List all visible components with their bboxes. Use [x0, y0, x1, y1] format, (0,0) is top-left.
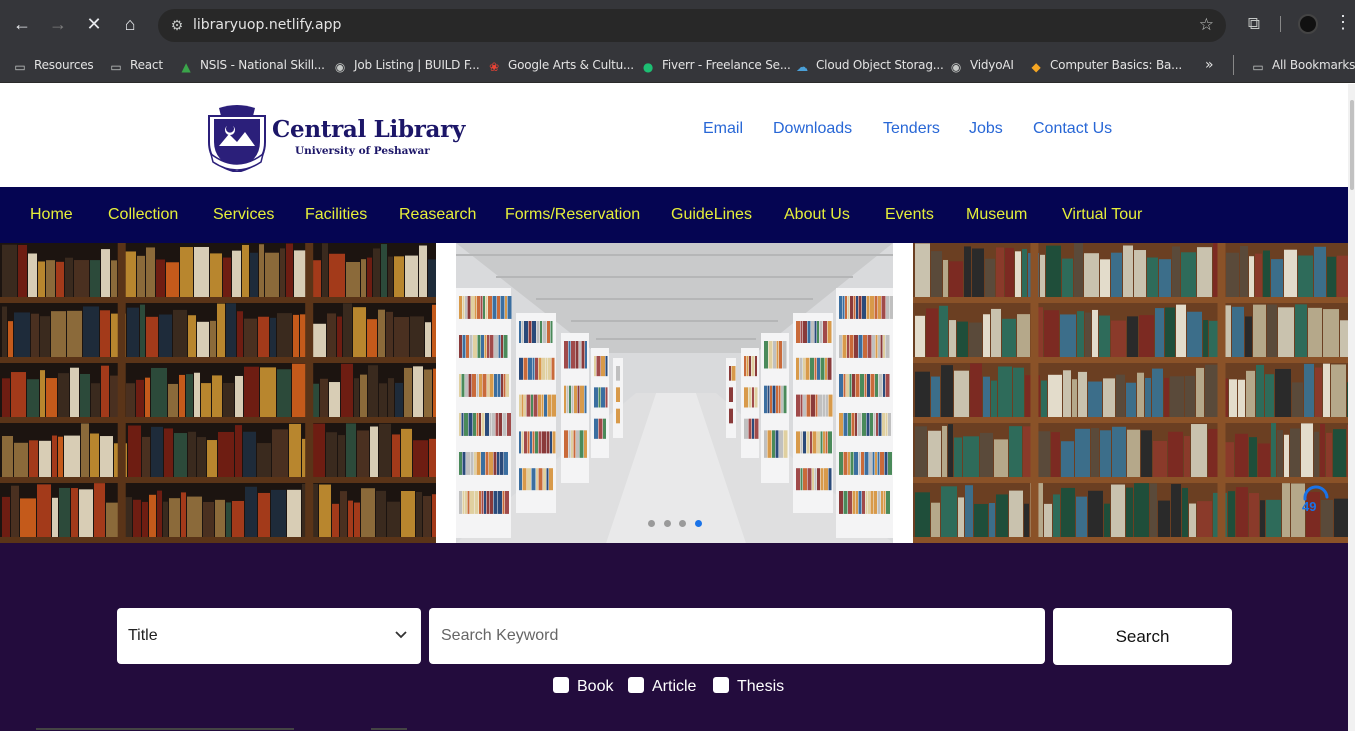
filter-thesis[interactable]: Thesis: [713, 677, 784, 697]
bookmark-cloud-storage[interactable]: ☁ Cloud Object Storag...: [795, 56, 944, 74]
address-url[interactable]: libraryuop.netlify.app: [193, 17, 341, 33]
profile-avatar[interactable]: [1298, 14, 1318, 34]
fiverr-icon: ●: [642, 60, 654, 74]
search-button[interactable]: Search: [1053, 608, 1232, 665]
article-checkbox[interactable]: [628, 677, 644, 693]
spinner-text: 49: [1302, 499, 1317, 514]
forward-icon[interactable]: →: [46, 12, 70, 36]
top-link-tenders[interactable]: Tenders: [883, 120, 940, 138]
bookmark-star-icon[interactable]: ☆: [1199, 15, 1214, 35]
bookmark-computer-basics[interactable]: ◆ Computer Basics: Ba...: [1029, 56, 1182, 74]
nav-guidelines[interactable]: GuideLines: [671, 206, 752, 224]
search-field-select[interactable]: Title: [117, 608, 421, 664]
section-divider: [371, 728, 407, 730]
page-scrollbar-thumb[interactable]: [1350, 100, 1354, 190]
nav-forms-reservation[interactable]: Forms/Reservation: [505, 206, 640, 224]
main-navigation: Home Collection Services Facilities Reas…: [0, 187, 1348, 243]
bookmarks-divider: [1233, 55, 1234, 75]
nav-home[interactable]: Home: [30, 206, 73, 224]
search-keyword-input[interactable]: [429, 608, 1045, 664]
library-title[interactable]: Central Library: [272, 116, 465, 143]
home-icon[interactable]: ⌂: [118, 12, 142, 36]
bookmarks-bar: ▭ Resources ▭ React ▲ NSIS - National Skill…: [0, 48, 1355, 83]
folder-icon: ▭: [110, 60, 122, 74]
folder-icon: ▭: [14, 60, 26, 74]
top-link-email[interactable]: Email: [703, 120, 743, 138]
gcf-icon: ◆: [1031, 60, 1041, 74]
nav-virtual-tour[interactable]: Virtual Tour: [1062, 206, 1142, 224]
web-page: Central Library University of Peshawar E…: [0, 84, 1355, 731]
carousel-image-library-aisle[interactable]: [456, 243, 893, 543]
site-info-icon[interactable]: ⚙: [168, 16, 186, 34]
library-subtitle: University of Peshawar: [295, 145, 430, 157]
filter-book[interactable]: Book: [553, 677, 613, 697]
search-field-selected: Title: [128, 627, 158, 644]
nav-about-us[interactable]: About Us: [784, 206, 850, 224]
google-arts-icon: ❀: [489, 60, 499, 74]
top-link-contact-us[interactable]: Contact Us: [1033, 120, 1112, 138]
toolbar-divider: [1280, 16, 1281, 32]
book-checkbox[interactable]: [553, 677, 569, 693]
carousel-dot-3[interactable]: [679, 520, 686, 527]
nav-research[interactable]: Reasearch: [399, 206, 476, 224]
nsis-icon: ▲: [181, 60, 191, 74]
stop-loading-icon[interactable]: ✕: [82, 12, 106, 36]
bookmark-job-listing[interactable]: ◉ Job Listing | BUILD F...: [333, 56, 480, 74]
bookmark-resources[interactable]: ▭ Resources: [13, 56, 93, 74]
carousel-dot-2[interactable]: [664, 520, 671, 527]
menu-icon[interactable]: ⋮: [1334, 12, 1352, 33]
carousel-image-bookshelf-library[interactable]: [913, 243, 1348, 543]
nav-museum[interactable]: Museum: [966, 206, 1027, 224]
bookmark-google-arts[interactable]: ❀ Google Arts & Cultu...: [487, 56, 634, 74]
bookmark-nsis[interactable]: ▲ NSIS - National Skill...: [179, 56, 324, 74]
bookmark-react[interactable]: ▭ React: [109, 56, 163, 74]
browser-toolbar: ← → ✕ ⌂ ⚙ libraryuop.netlify.app ☆ ⧉ ⋮: [0, 0, 1355, 48]
catalog-search-section: Title Search Book Article Thesis: [0, 543, 1348, 731]
loading-spinner: 49: [1299, 481, 1331, 514]
carousel-dot-1[interactable]: [648, 520, 655, 527]
nav-services[interactable]: Services: [213, 206, 274, 224]
carousel-image-bookshelf-dark[interactable]: [0, 243, 436, 543]
top-link-jobs[interactable]: Jobs: [969, 120, 1003, 138]
bookmark-vidyoai[interactable]: ◉ VidyoAI: [949, 56, 1014, 74]
carousel-dot-4[interactable]: [695, 520, 702, 527]
bookmark-fiverr[interactable]: ● Fiverr - Freelance Se...: [641, 56, 791, 74]
top-link-downloads[interactable]: Downloads: [773, 120, 852, 138]
university-seal-logo[interactable]: [205, 104, 269, 172]
section-divider: [36, 728, 294, 730]
image-carousel: 49: [0, 243, 1348, 543]
globe-icon: ◉: [334, 60, 346, 74]
nav-collection[interactable]: Collection: [108, 206, 178, 224]
thesis-checkbox[interactable]: [713, 677, 729, 693]
filter-article[interactable]: Article: [628, 677, 696, 697]
nav-events[interactable]: Events: [885, 206, 934, 224]
address-bar[interactable]: ⚙ libraryuop.netlify.app ☆: [158, 9, 1226, 42]
bookmarks-overflow-icon[interactable]: »: [1205, 56, 1214, 74]
folder-icon: ▭: [1252, 60, 1264, 74]
back-icon[interactable]: ←: [10, 12, 34, 36]
nav-facilities[interactable]: Facilities: [305, 206, 367, 224]
cloud-icon: ☁: [796, 60, 808, 74]
site-header: Central Library University of Peshawar E…: [0, 84, 1348, 187]
globe-icon: ◉: [950, 60, 962, 74]
extensions-icon[interactable]: ⧉: [1244, 14, 1264, 34]
all-bookmarks[interactable]: ▭ All Bookmarks: [1251, 56, 1355, 74]
chevron-down-icon: [395, 626, 407, 642]
